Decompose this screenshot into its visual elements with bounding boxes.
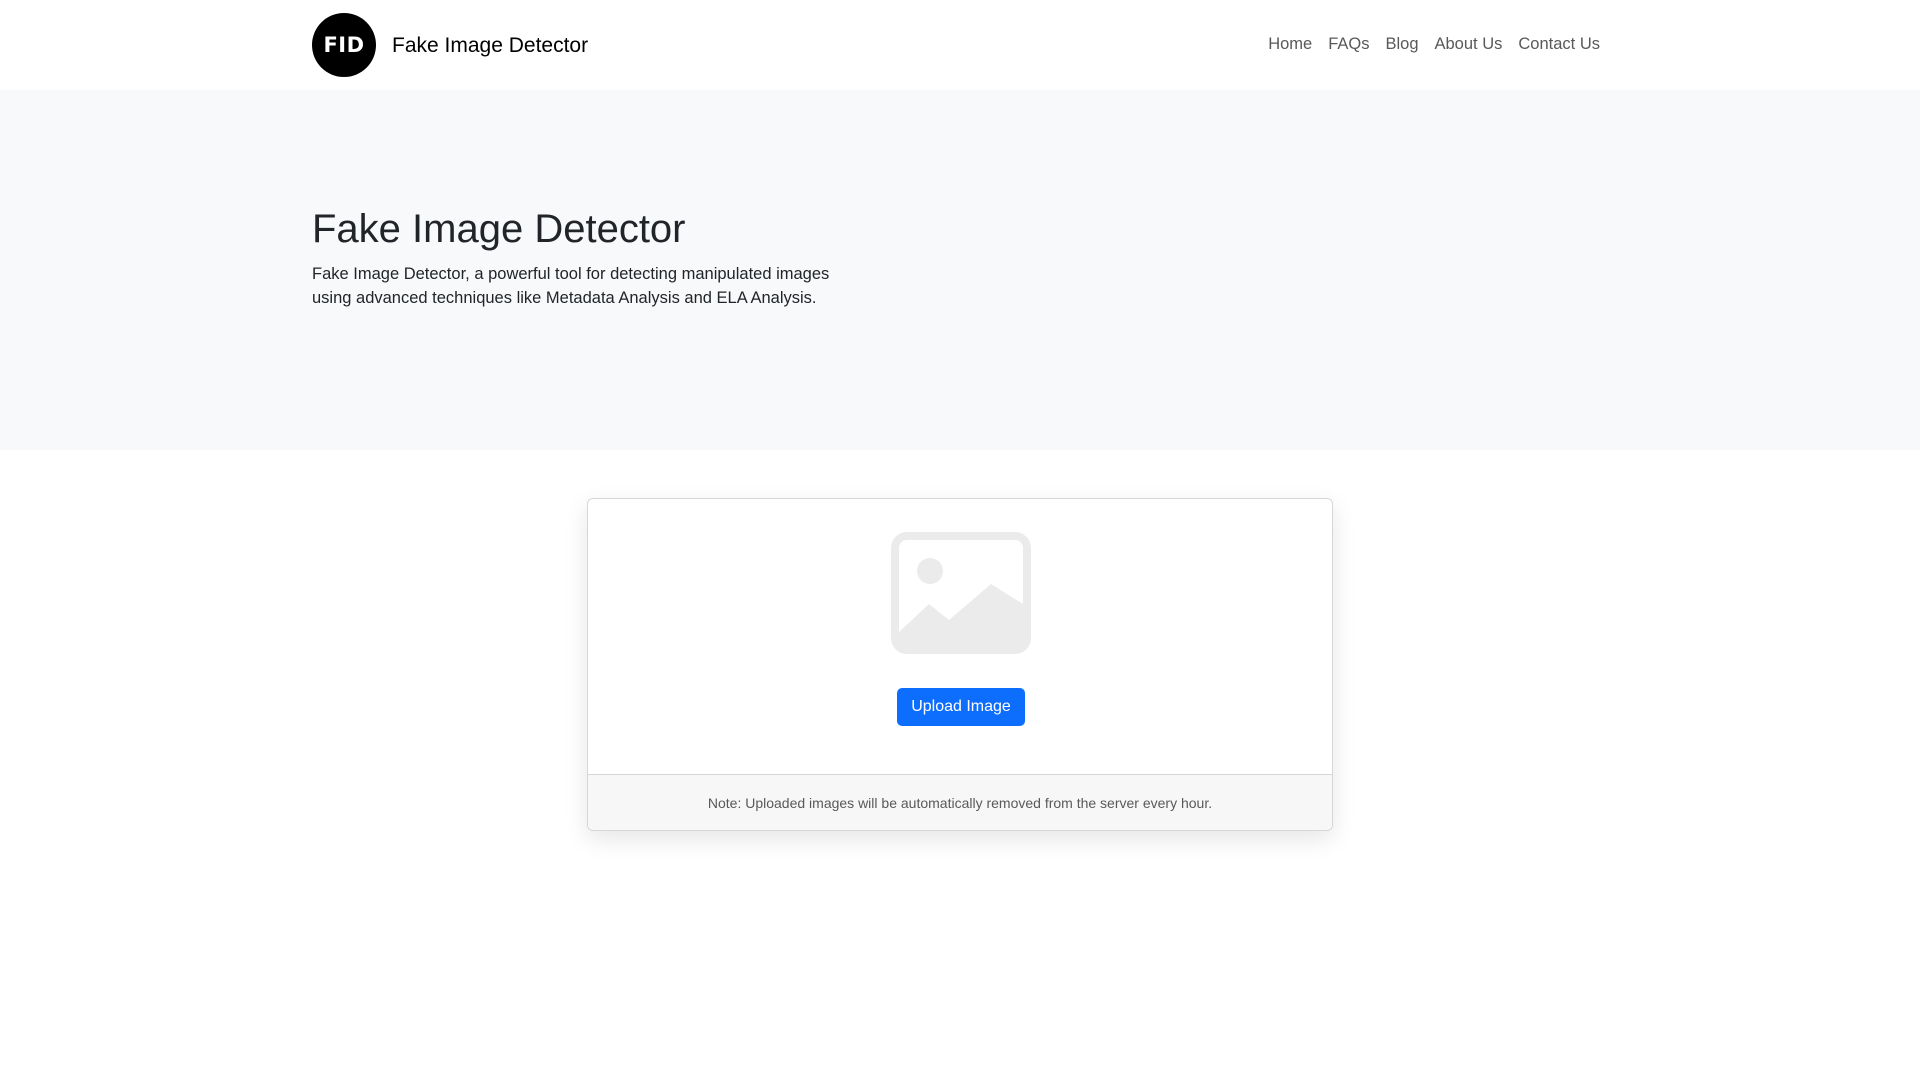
brand-logo-text: FID xyxy=(323,33,365,57)
nav-link-contact-us[interactable]: Contact Us xyxy=(1518,33,1600,55)
page-title: Fake Image Detector xyxy=(312,207,686,251)
brand-name: Fake Image Detector xyxy=(392,33,589,57)
upload-image-button[interactable]: Upload Image xyxy=(897,688,1025,726)
nav-menu: Home FAQs Blog About Us Contact Us xyxy=(1268,33,1600,55)
hero-section: Fake Image Detector Fake Image Detector,… xyxy=(0,90,1920,450)
nav-link-faqs[interactable]: FAQs xyxy=(1328,33,1369,55)
nav-link-blog[interactable]: Blog xyxy=(1385,33,1418,55)
nav-link-about-us[interactable]: About Us xyxy=(1435,33,1503,55)
upload-card-footer: Note: Uploaded images will be automatica… xyxy=(588,775,1332,830)
upload-note: Note: Uploaded images will be automatica… xyxy=(707,795,1213,811)
upload-card-body: Upload Image xyxy=(588,499,1332,775)
nav-link-home[interactable]: Home xyxy=(1268,33,1312,55)
image-placeholder-icon xyxy=(891,532,1031,654)
upload-card: Upload Image Note: Uploaded images will … xyxy=(587,498,1333,831)
brand-link[interactable]: FID Fake Image Detector xyxy=(312,13,588,77)
hero-description: Fake Image Detector, a powerful tool for… xyxy=(312,265,830,307)
navbar: FID Fake Image Detector Home FAQs Blog A… xyxy=(0,0,1920,90)
brand-logo: FID xyxy=(312,13,376,77)
